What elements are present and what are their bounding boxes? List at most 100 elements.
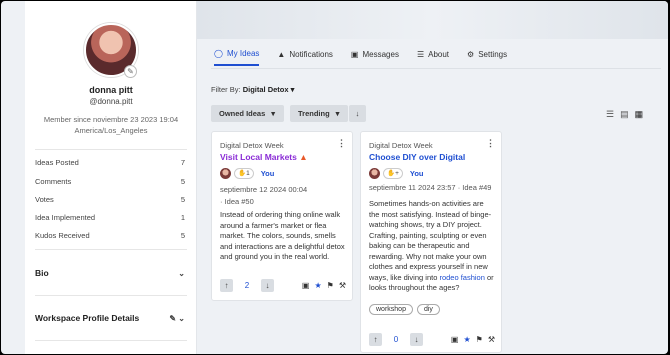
- compact-view-icon[interactable]: ▤: [620, 109, 629, 120]
- tab-messages[interactable]: ▣ Messages: [351, 49, 399, 66]
- stat-label: Ideas Posted: [35, 158, 79, 167]
- idea-category: Digital Detox Week: [369, 141, 433, 150]
- timezone: America/Los_Angeles: [74, 126, 148, 135]
- filter-bar: Filter By: Digital Detox ▾: [211, 85, 294, 94]
- idea-date: septiembre 11 2024 23:57: [369, 183, 456, 192]
- lightbulb-icon: ◯: [214, 49, 223, 58]
- workspace-section-toggle[interactable]: Workspace Profile Details ✎ ⌄: [35, 313, 185, 323]
- tag-list: workshop diy: [369, 304, 440, 315]
- gear-icon: ⚙: [467, 50, 475, 59]
- caret-down-icon: ▾: [290, 85, 295, 94]
- idea-meta: septiembre 12 2024 00:04 · Idea #50: [220, 184, 307, 208]
- header-banner: [197, 1, 668, 39]
- bio-title: Bio: [35, 268, 49, 278]
- tab-my-ideas[interactable]: ◯ My Ideas: [214, 49, 260, 66]
- list-view-icon[interactable]: ☰: [606, 109, 614, 120]
- more-options-icon[interactable]: ⋮: [486, 138, 495, 149]
- idea-actions: ▣ ★ ⚑ ⚒: [451, 335, 495, 344]
- stat-value: 5: [180, 231, 185, 240]
- inline-link[interactable]: rodeo fashion: [439, 273, 484, 282]
- reaction-row: ✋1 You: [220, 168, 274, 179]
- flag-icon[interactable]: ⚑: [476, 335, 483, 344]
- chevron-down-icon: ⌄: [178, 268, 185, 278]
- sort-dropdown[interactable]: Trending ▾: [290, 105, 348, 122]
- idea-title[interactable]: Choose DIY over Digital: [369, 152, 465, 162]
- idea-footer: ↑ 0 ↓ ▣ ★ ⚑ ⚒: [369, 333, 495, 346]
- stat-value: 5: [180, 195, 185, 204]
- stat-label: Comments: [35, 177, 72, 186]
- stat-kudos-received: Kudos Received 5: [35, 231, 185, 240]
- sort-direction-button[interactable]: ↓: [349, 105, 366, 122]
- bio-section-toggle[interactable]: Bio ⌄: [35, 268, 185, 278]
- clap-icon: ✋: [238, 170, 247, 177]
- stat-value: 1: [180, 213, 185, 222]
- idea-number: · Idea #49: [457, 183, 492, 192]
- author-avatar: [369, 168, 380, 179]
- filter-dropdown[interactable]: Digital Detox ▾: [243, 85, 295, 94]
- idea-category: Digital Detox Week: [220, 141, 284, 150]
- star-icon[interactable]: ★: [463, 335, 470, 344]
- idea-actions: ▣ ★ ⚑ ⚒: [302, 281, 346, 290]
- divider: [35, 149, 187, 150]
- hammer-icon[interactable]: ⚒: [488, 335, 495, 344]
- divider: [35, 295, 187, 296]
- idea-title-text: Visit Local Markets: [220, 152, 297, 162]
- idea-card[interactable]: Digital Detox Week Visit Local Markets ▲…: [211, 131, 353, 301]
- downvote-button[interactable]: ↓: [261, 279, 274, 292]
- author-name[interactable]: You: [261, 169, 275, 178]
- view-toggle: ☰ ▤ ▦: [606, 109, 643, 120]
- bell-icon: ▲: [277, 50, 286, 59]
- stat-label: Votes: [35, 195, 54, 204]
- member-info: Member since noviembre 23 2023 19:04 Ame…: [25, 114, 197, 136]
- tag-chip[interactable]: workshop: [369, 304, 413, 315]
- tab-notifications[interactable]: ▲ Notifications: [277, 49, 333, 66]
- fire-icon: ▲: [299, 152, 308, 162]
- section-icons: ✎ ⌄: [169, 314, 185, 323]
- caret-down-icon: ▾: [271, 109, 276, 118]
- hammer-icon[interactable]: ⚒: [339, 281, 346, 290]
- tab-label: My Ideas: [226, 49, 260, 58]
- idea-title[interactable]: Visit Local Markets ▲: [220, 152, 308, 162]
- more-options-icon[interactable]: ⋮: [337, 138, 346, 149]
- downvote-button[interactable]: ↓: [410, 333, 423, 346]
- workspace-title: Workspace Profile Details: [35, 313, 140, 323]
- author-name[interactable]: You: [410, 169, 424, 178]
- member-since: Member since noviembre 23 2023 19:04: [43, 115, 179, 124]
- clap-icon: ✋: [387, 170, 396, 177]
- star-icon[interactable]: ★: [314, 281, 321, 290]
- reaction-pill[interactable]: ✋1: [234, 168, 254, 179]
- reaction-pill[interactable]: ✋+: [383, 168, 403, 179]
- arrow-down-icon: ↓: [355, 109, 360, 118]
- grid-view-icon[interactable]: ▦: [635, 109, 644, 120]
- idea-card[interactable]: Digital Detox Week Choose DIY over Digit…: [360, 131, 502, 353]
- tab-settings[interactable]: ⚙ Settings: [467, 49, 507, 66]
- author-avatar: [220, 168, 231, 179]
- vote-count: 2: [244, 281, 250, 290]
- upvote-button[interactable]: ↑: [220, 279, 233, 292]
- filter-label: Filter By:: [211, 85, 241, 94]
- comment-icon[interactable]: ▣: [451, 335, 459, 344]
- tab-label: Notifications: [289, 50, 333, 59]
- app-window: ✎ donna pitt @donna.pitt Member since no…: [1, 1, 668, 354]
- edit-avatar-icon[interactable]: ✎: [124, 65, 137, 78]
- tab-label: Settings: [478, 50, 508, 59]
- idea-number: · Idea #50: [220, 197, 254, 206]
- edit-icon[interactable]: ✎: [169, 314, 176, 323]
- tab-about[interactable]: ☰ About: [417, 49, 449, 66]
- owned-ideas-dropdown[interactable]: Owned Ideas ▾: [211, 105, 284, 122]
- profile-handle: @donna.pitt: [89, 97, 133, 106]
- stat-comments: Comments 5: [35, 177, 185, 186]
- flag-icon[interactable]: ⚑: [327, 281, 334, 290]
- stat-ideas-posted: Ideas Posted 7: [35, 158, 185, 167]
- chevron-down-icon: ⌄: [178, 313, 185, 323]
- reaction-count: +: [395, 170, 399, 177]
- divider: [35, 249, 187, 250]
- tag-chip[interactable]: diy: [416, 304, 440, 315]
- upvote-button[interactable]: ↑: [369, 333, 382, 346]
- profile-tabs: ◯ My Ideas ▲ Notifications ▣ Messages ☰ Abou…: [214, 49, 507, 66]
- filter-value: Digital Detox: [242, 85, 289, 94]
- stat-value: 5: [180, 177, 185, 186]
- comment-icon[interactable]: ▣: [302, 281, 310, 290]
- idea-meta: septiembre 11 2024 23:57 · Idea #49: [369, 182, 491, 194]
- stat-label: Kudos Received: [35, 231, 90, 240]
